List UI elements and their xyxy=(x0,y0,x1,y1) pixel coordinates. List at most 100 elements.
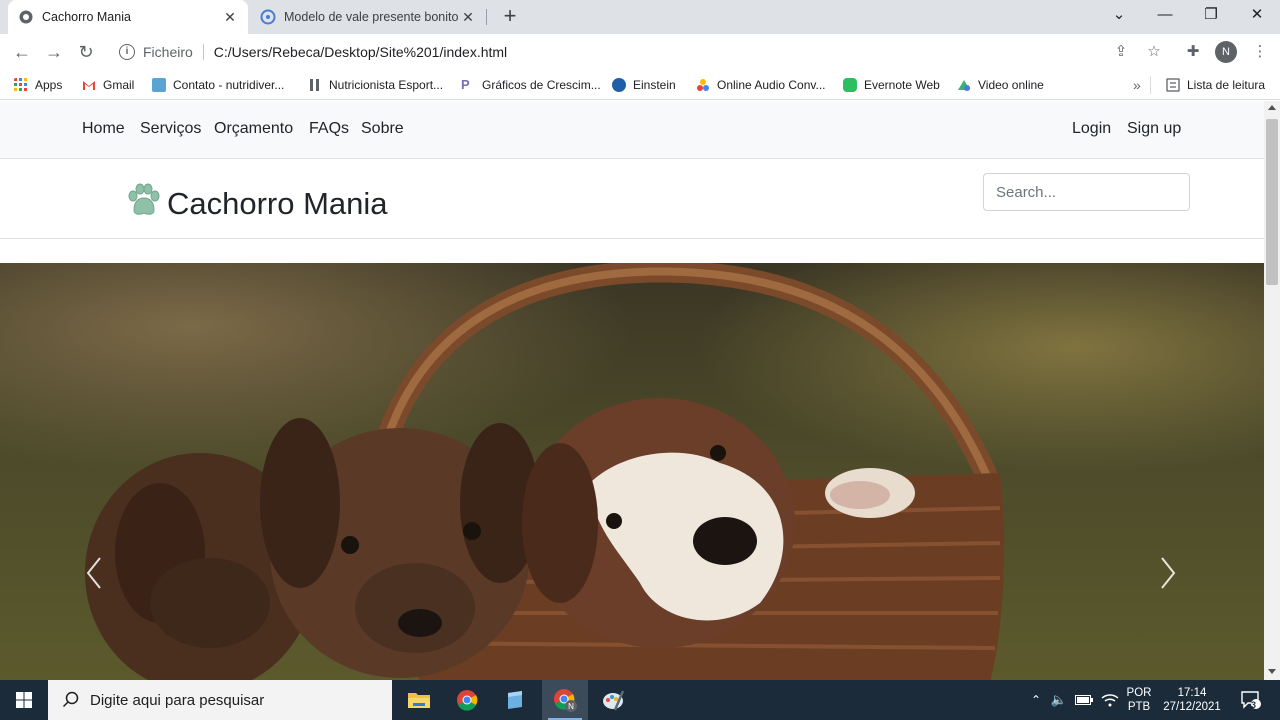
minimize-button[interactable]: — xyxy=(1142,0,1188,34)
folder-icon xyxy=(408,693,430,708)
tray-show-hidden-icon[interactable]: ⌃ xyxy=(1026,680,1046,720)
scroll-up-arrow-icon[interactable] xyxy=(1268,105,1276,110)
nav-link-servicos[interactable]: Serviços xyxy=(140,120,201,138)
search-icon xyxy=(62,691,79,708)
windows-start-button[interactable] xyxy=(0,680,48,720)
taskbar-notes-app[interactable] xyxy=(492,680,538,720)
back-button[interactable]: ← xyxy=(10,40,34,64)
extensions-icon[interactable]: ✚ xyxy=(1183,42,1203,62)
wifi-shape xyxy=(1101,694,1119,707)
bookmark-label: Nutricionista Esport... xyxy=(329,78,444,92)
wifi-icon[interactable] xyxy=(1098,680,1122,720)
bookmark-label: Gmail xyxy=(103,78,135,92)
reading-list-icon xyxy=(1166,78,1180,92)
taskbar-paint-app[interactable] xyxy=(590,680,636,720)
browser-toolbar: ← → ↻ i Ficheiro C:/Users/Rebeca/Desktop… xyxy=(0,34,1280,70)
tab-title: Modelo de vale presente bonito xyxy=(284,10,459,24)
bookmark-evernote[interactable]: Evernote Web xyxy=(843,76,940,94)
address-url: C:/Users/Rebeca/Desktop/Site%201/index.h… xyxy=(213,44,508,60)
nav-link-home[interactable]: Home xyxy=(82,120,125,138)
profile-avatar[interactable]: N xyxy=(1215,41,1237,63)
notes-icon xyxy=(508,691,522,709)
nav-link-sobre[interactable]: Sobre xyxy=(361,120,404,138)
bookmark-label: Contato - nutridiver... xyxy=(173,78,285,92)
site-icon: P xyxy=(461,77,470,92)
more-bookmarks-icon[interactable]: » xyxy=(1133,76,1141,94)
clock[interactable]: 17:14 27/12/2021 xyxy=(1158,680,1226,720)
puppies-in-basket-image xyxy=(0,263,1264,680)
bookmark-audio-converter[interactable]: Online Audio Conv... xyxy=(696,76,826,94)
info-icon[interactable]: i xyxy=(119,44,135,60)
reading-list-button[interactable]: Lista de leitura xyxy=(1166,76,1265,94)
carousel-prev-button[interactable] xyxy=(80,553,110,593)
close-window-button[interactable]: ✕ xyxy=(1234,0,1280,34)
nav-link-faqs[interactable]: FAQs xyxy=(309,120,349,138)
bookmark-label: Apps xyxy=(35,78,63,92)
new-tab-button[interactable]: + xyxy=(498,5,522,29)
site-brand-title[interactable]: Cachorro Mania xyxy=(167,186,388,222)
paw-icon xyxy=(128,183,160,215)
video-icon xyxy=(958,80,970,91)
bookmarks-separator xyxy=(1150,76,1151,94)
forward-button[interactable]: → xyxy=(42,40,66,64)
reload-button[interactable]: ↻ xyxy=(74,40,98,64)
hero-carousel xyxy=(0,263,1264,680)
taskbar-chrome[interactable] xyxy=(444,680,490,720)
tab-gift-voucher[interactable]: Modelo de vale presente bonito ✕ xyxy=(250,0,486,34)
bookmark-star-icon[interactable]: ☆ xyxy=(1144,42,1164,62)
bookmark-einstein[interactable]: Einstein xyxy=(612,76,676,94)
scroll-thumb[interactable] xyxy=(1266,119,1278,285)
carousel-next-button[interactable] xyxy=(1152,553,1182,593)
address-scheme: Ficheiro xyxy=(143,44,193,60)
site-search-input[interactable] xyxy=(983,173,1190,211)
bookmark-label: Online Audio Conv... xyxy=(717,78,826,92)
tab-separator xyxy=(486,9,487,25)
volume-icon[interactable]: 🔈 xyxy=(1048,680,1070,720)
apps-grid-icon xyxy=(14,78,27,91)
bookmark-contato[interactable]: Contato - nutridiver... xyxy=(152,76,284,94)
tab-cachorro-mania[interactable]: Cachorro Mania ✕ xyxy=(8,0,248,34)
bookmark-nutricionista[interactable]: Nutricionista Esport... xyxy=(308,76,443,94)
tab-title: Cachorro Mania xyxy=(42,10,131,24)
restore-button[interactable]: ❐ xyxy=(1188,0,1234,34)
notifications-button[interactable]: 3 xyxy=(1234,680,1268,720)
site-icon xyxy=(310,79,319,91)
language-code: POR xyxy=(1126,687,1152,699)
tab-search-icon[interactable]: ⌄ xyxy=(1096,0,1142,34)
battery-shape xyxy=(1075,695,1093,705)
site-icon xyxy=(152,78,166,92)
brand-header: Cachorro Mania xyxy=(0,160,1264,239)
audio-icon xyxy=(697,79,709,91)
chrome-icon xyxy=(457,690,478,711)
scroll-down-arrow-icon[interactable] xyxy=(1268,669,1276,674)
bookmark-label: Video online xyxy=(978,78,1044,92)
svg-text:N: N xyxy=(568,702,574,711)
taskbar-chrome-profile[interactable]: N xyxy=(542,680,588,720)
login-link[interactable]: Login xyxy=(1072,120,1111,138)
signup-link[interactable]: Sign up xyxy=(1127,120,1181,138)
site-navbar: Home Serviços Orçamento FAQs Sobre Login… xyxy=(0,101,1264,159)
gmail-icon xyxy=(83,81,95,90)
taskbar-file-explorer[interactable] xyxy=(396,680,442,720)
page-scrollbar[interactable] xyxy=(1264,101,1280,680)
notification-count: 3 xyxy=(1251,700,1257,710)
bookmark-graficos[interactable]: P Gráficos de Crescim... xyxy=(461,76,601,94)
clock-time: 17:14 xyxy=(1177,687,1207,699)
battery-icon[interactable] xyxy=(1072,680,1096,720)
bookmark-gmail[interactable]: Gmail xyxy=(82,76,134,94)
share-icon[interactable]: ⇪ xyxy=(1111,42,1131,62)
bookmark-video-online[interactable]: Video online xyxy=(957,76,1044,94)
browser-tabbar: Cachorro Mania ✕ Modelo de vale presente… xyxy=(0,0,1280,34)
taskbar-search-box[interactable]: Digite aqui para pesquisar xyxy=(48,680,392,720)
clock-date: 27/12/2021 xyxy=(1163,701,1221,713)
address-bar[interactable]: i Ficheiro C:/Users/Rebeca/Desktop/Site%… xyxy=(110,38,1146,66)
paint-icon xyxy=(603,690,625,711)
language-indicator[interactable]: POR PTB xyxy=(1124,680,1154,720)
menu-kebab-icon[interactable]: ⋮ xyxy=(1250,42,1270,62)
close-tab-icon[interactable]: ✕ xyxy=(222,9,238,25)
page-viewport: Home Serviços Orçamento FAQs Sobre Login… xyxy=(0,101,1264,680)
close-tab-icon[interactable]: ✕ xyxy=(460,9,476,25)
evernote-icon xyxy=(843,78,857,92)
nav-link-orcamento[interactable]: Orçamento xyxy=(214,120,293,138)
bookmark-apps[interactable]: Apps xyxy=(14,76,62,94)
